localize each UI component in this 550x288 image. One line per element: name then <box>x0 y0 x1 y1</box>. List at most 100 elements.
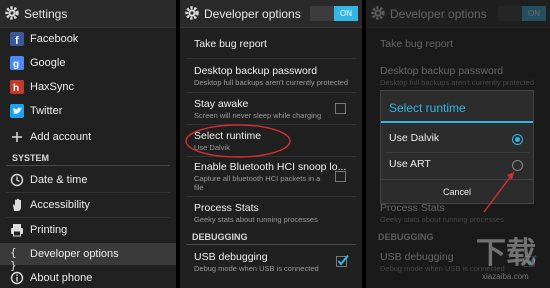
settings-item-haxsync[interactable]: h HaxSync <box>0 76 176 98</box>
option-label: Use ART <box>389 158 431 170</box>
developer-options-title: Developer options <box>204 7 301 21</box>
developer-options-panel: Developer options ON Take bug report Des… <box>180 0 362 288</box>
item-title: Desktop backup password <box>194 65 318 77</box>
stay-awake-checkbox[interactable] <box>335 103 346 114</box>
system-section-header: SYSTEM <box>12 153 50 163</box>
settings-item-twitter[interactable]: Twitter <box>0 100 176 122</box>
settings-item-about-phone[interactable]: About phone <box>0 267 176 288</box>
settings-item-printing[interactable]: Printing <box>0 219 176 241</box>
braces-icon: { } <box>10 246 17 272</box>
art-radio[interactable] <box>512 160 523 171</box>
printer-icon <box>11 224 23 237</box>
twitter-icon <box>10 104 24 118</box>
settings-item-label: About phone <box>30 272 93 284</box>
settings-item-label: HaxSync <box>30 81 75 93</box>
list-separator <box>186 156 356 157</box>
select-runtime-item[interactable]: Select runtime Use Dalvik <box>180 126 362 156</box>
settings-item-date-time[interactable]: Date & time <box>0 169 176 191</box>
section-divider <box>6 165 170 166</box>
list-separator <box>6 192 170 193</box>
dimmed-gear-icon <box>371 6 385 20</box>
item-summary: Desktop full backups aren't currently pr… <box>194 78 349 87</box>
dialog-title-divider <box>381 121 533 123</box>
dimmed-item-title: Desktop backup password <box>380 65 504 77</box>
dialog-title: Select runtime <box>389 101 466 115</box>
haxsync-icon: h <box>10 80 24 94</box>
toggle-on-label: ON <box>334 6 358 21</box>
svg-text:h: h <box>13 83 19 94</box>
debugging-section-header: DEBUGGING <box>192 232 248 242</box>
settings-action-bar: Settings <box>0 0 176 28</box>
stay-awake-item[interactable]: Stay awake Screen will never sleep while… <box>180 94 362 124</box>
dimmed-item-summary: Geeky stats about running processes <box>380 215 504 224</box>
settings-gear-icon[interactable] <box>4 5 20 21</box>
svg-text:g: g <box>13 59 19 70</box>
item-summary: Geeky stats about running processes <box>194 215 318 224</box>
list-separator <box>186 92 356 93</box>
usb-debugging-item[interactable]: USB debugging Debug mode when USB is con… <box>180 248 362 278</box>
google-icon: g <box>10 56 24 70</box>
bluetooth-hci-snoop-item[interactable]: Enable Bluetooth HCI snoop lo... Capture… <box>180 158 362 194</box>
settings-item-label: Accessibility <box>30 199 90 211</box>
dimmed-toggle: ON <box>498 6 546 21</box>
dimmed-section-header: DEBUGGING <box>378 232 434 242</box>
settings-title: Settings <box>24 7 68 21</box>
item-title: Process Stats <box>194 202 259 214</box>
facebook-icon: f <box>10 32 24 46</box>
option-label: Use Dalvik <box>389 132 440 144</box>
plus-icon <box>12 132 22 142</box>
cancel-button[interactable]: Cancel <box>381 179 533 204</box>
settings-item-label: Google <box>30 57 66 69</box>
settings-item-label: Add account <box>30 131 92 143</box>
developer-options-toggle[interactable]: ON <box>310 6 358 21</box>
dimmed-item-title: Take bug report <box>380 38 453 50</box>
settings-item-label: Facebook <box>30 33 79 45</box>
item-summary: Use Dalvik <box>194 143 230 152</box>
item-summary-continued: file <box>194 183 204 192</box>
dalvik-radio-selected[interactable] <box>512 134 523 145</box>
hand-icon <box>13 198 21 211</box>
settings-item-add-account[interactable]: Add account <box>0 126 176 148</box>
settings-item-developer-options[interactable]: { } Developer options <box>0 243 176 272</box>
item-title: Select runtime <box>194 130 262 142</box>
dimmed-item-title: USB debugging <box>380 251 454 263</box>
item-summary: Capture all bluetooth HCI packets in a <box>194 174 321 183</box>
svg-text:f: f <box>15 35 19 46</box>
runtime-dialog-panel: Developer options ON Take bug report Des… <box>366 0 550 288</box>
process-stats-item[interactable]: Process Stats Geeky stats about running … <box>180 198 362 226</box>
list-separator <box>186 196 356 197</box>
list-separator <box>6 217 170 218</box>
item-title: Enable Bluetooth HCI snoop lo... <box>194 161 347 173</box>
clock-icon <box>10 173 24 187</box>
usb-debugging-checkbox[interactable] <box>336 254 349 267</box>
desktop-backup-password-item[interactable]: Desktop backup password Desktop full bac… <box>180 60 362 92</box>
item-title: Stay awake <box>194 98 249 110</box>
settings-item-label: Developer options <box>30 248 119 260</box>
take-bug-report-item[interactable]: Take bug report <box>180 30 362 58</box>
settings-item-facebook[interactable]: f Facebook <box>0 28 176 50</box>
watermark-logo-icon: 下载 <box>476 236 536 271</box>
watermark: 下载 xiazaiba.com <box>476 228 546 286</box>
settings-item-google[interactable]: g Google <box>0 52 176 74</box>
list-separator <box>186 124 356 125</box>
item-summary: Screen will never sleep while charging <box>194 111 322 120</box>
bluetooth-hci-checkbox[interactable] <box>335 171 346 182</box>
list-separator <box>186 58 356 59</box>
runtime-option-art[interactable]: Use ART <box>381 153 533 177</box>
settings-item-accessibility[interactable]: Accessibility <box>0 194 176 216</box>
developer-gear-icon[interactable] <box>184 5 200 21</box>
item-title: USB debugging <box>194 251 268 263</box>
settings-item-label: Printing <box>30 224 68 236</box>
dimmed-action-bar: Developer options ON <box>366 0 550 28</box>
watermark-text: xiazaiba.com <box>482 272 529 281</box>
select-runtime-dialog: Select runtime Use Dalvik Use ART Cancel <box>380 90 534 204</box>
settings-panel: Settings f Facebook g Google h HaxSync T… <box>0 0 176 288</box>
section-divider <box>186 244 356 245</box>
info-icon <box>10 271 24 285</box>
dimmed-toggle-on-label: ON <box>522 6 546 21</box>
runtime-option-dalvik[interactable]: Use Dalvik <box>381 127 533 151</box>
developer-action-bar: Developer options ON <box>180 0 362 28</box>
dimmed-title: Developer options <box>390 7 487 21</box>
item-title: Take bug report <box>194 38 267 50</box>
settings-item-label: Date & time <box>30 174 88 186</box>
